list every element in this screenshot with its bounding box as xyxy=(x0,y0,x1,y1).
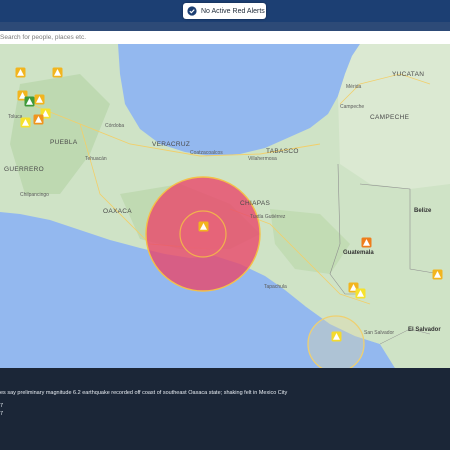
map-canvas xyxy=(0,44,450,368)
map-label-cordoba: Córdoba xyxy=(105,123,125,129)
map-label-veracruz: VERACRUZ xyxy=(152,141,191,148)
search-input[interactable] xyxy=(0,31,440,44)
map-label-puebla: PUEBLA xyxy=(50,139,78,146)
alert-marker-orange-icon[interactable] xyxy=(361,237,372,248)
alert-marker-warning-icon[interactable] xyxy=(34,94,45,105)
map-label-campeche: CAMPECHE xyxy=(370,114,410,121)
impact-zone-inner xyxy=(179,210,227,258)
map-view[interactable]: YUCATAN Mérida Campeche CAMPECHE TABASCO… xyxy=(0,44,450,368)
alert-marker-warning-icon[interactable] xyxy=(52,67,63,78)
alert-detail-panel: es say preliminary magnitude 6.2 earthqu… xyxy=(0,368,450,450)
map-label-yucatan: YUCATAN xyxy=(392,71,425,78)
alert-marker-yellow-icon[interactable] xyxy=(20,117,31,128)
map-label-tehuacan: Tehuacán xyxy=(85,156,107,162)
map-label-el-salvador: El Salvador xyxy=(408,327,441,333)
alert-marker-warning-icon[interactable] xyxy=(15,67,26,78)
map-label-villahermosa: Villahermosa xyxy=(248,156,277,162)
map-label-coatzacoalcos: Coatzacoalcos xyxy=(190,150,223,156)
alert-marker-warning-icon[interactable] xyxy=(432,269,443,280)
map-label-tabasco: TABASCO xyxy=(266,148,299,155)
map-label-san-salvador: San Salvador xyxy=(364,330,395,336)
toolbar-strip xyxy=(0,22,450,31)
alert-status-label: No Active Red Alerts xyxy=(201,7,265,15)
map-label-merida: Mérida xyxy=(346,84,362,90)
earthquake-epicenter-icon[interactable] xyxy=(198,221,209,232)
map-label-tuxtla: Tuxtla Gutiérrez xyxy=(250,214,286,220)
search-bar xyxy=(0,31,450,45)
alert-headline[interactable]: es say preliminary magnitude 6.2 earthqu… xyxy=(0,390,287,396)
map-label-campeche-city: Campeche xyxy=(340,104,365,110)
top-bar: No Active Red Alerts xyxy=(0,0,450,22)
check-circle-icon xyxy=(187,6,197,16)
map-label-guatemala: Guatemala xyxy=(343,250,374,256)
map-label-chilpancingo: Chilpancingo xyxy=(20,192,49,198)
secondary-impact-zone xyxy=(307,315,365,368)
alert-marker-yellow-icon[interactable] xyxy=(355,288,366,299)
alert-detail-line: 7 xyxy=(0,403,4,409)
map-label-oaxaca: OAXACA xyxy=(103,208,132,215)
alert-marker-warning-icon[interactable] xyxy=(33,114,44,125)
map-label-belize: Belize xyxy=(414,208,432,214)
alert-detail-line: 7 xyxy=(0,411,4,417)
alert-marker-yellow-icon[interactable] xyxy=(331,331,342,342)
map-label-guerrero: GUERRERO xyxy=(4,166,44,173)
map-label-tapachula: Tapachula xyxy=(264,284,287,290)
map-label-chiapas: CHIAPAS xyxy=(240,200,271,207)
alert-status-button[interactable]: No Active Red Alerts xyxy=(183,3,266,19)
